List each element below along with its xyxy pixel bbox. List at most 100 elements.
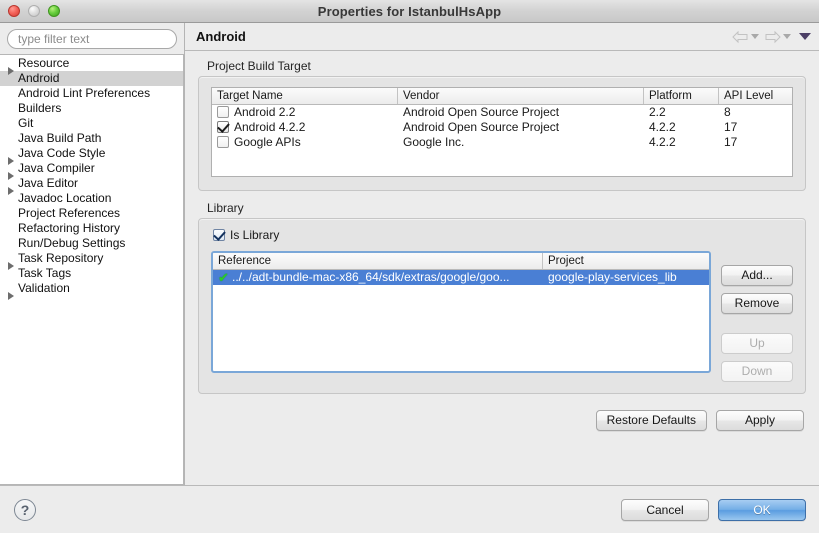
page-content: Project Build Target Target Name Vendor … bbox=[185, 51, 819, 485]
remove-library-button[interactable]: Remove bbox=[721, 293, 793, 314]
column-header-reference[interactable]: Reference bbox=[213, 253, 543, 269]
vendor-cell: Android Open Source Project bbox=[403, 105, 560, 119]
sidebar-item-label: Resource bbox=[18, 56, 70, 70]
sidebar-item-android-lint-preferences[interactable]: Android Lint Preferences bbox=[0, 86, 183, 101]
sidebar-item-java-build-path[interactable]: Java Build Path bbox=[0, 131, 183, 146]
page-action-buttons: Restore Defaults Apply bbox=[198, 410, 806, 431]
library-buttons: Add... Remove Up Down bbox=[721, 251, 793, 382]
page-title: Android bbox=[196, 29, 246, 44]
sidebar-item-task-repository[interactable]: Task Repository bbox=[0, 251, 183, 270]
sidebar-item-label: Task Repository bbox=[18, 251, 104, 265]
sidebar-item-builders[interactable]: Builders bbox=[0, 101, 183, 116]
sidebar-item-label: Git bbox=[18, 116, 34, 130]
is-library-checkbox[interactable] bbox=[213, 229, 225, 241]
api-level-cell: 17 bbox=[724, 135, 738, 149]
project-cell: google-play-services_lib bbox=[548, 270, 677, 284]
column-header-api-level[interactable]: API Level bbox=[719, 88, 789, 104]
target-checkbox[interactable] bbox=[217, 121, 229, 133]
target-checkbox[interactable] bbox=[217, 106, 229, 118]
target-name-label: Google APIs bbox=[234, 135, 301, 149]
forward-history-chevron-down-icon[interactable] bbox=[783, 34, 791, 39]
sidebar-item-run-debug-settings[interactable]: Run/Debug Settings bbox=[0, 236, 183, 251]
sidebar-item-refactoring-history[interactable]: Refactoring History bbox=[0, 221, 183, 236]
sidebar-item-label: Java Code Style bbox=[18, 146, 106, 160]
dialog-body: Resource Android Android Lint Preference… bbox=[0, 23, 819, 485]
sidebar-item-label: Project References bbox=[18, 206, 121, 220]
reference-path-label: ../../adt-bundle-mac-x86_64/sdk/extras/g… bbox=[232, 270, 510, 284]
column-header-platform[interactable]: Platform bbox=[644, 88, 719, 104]
table-header-row: Target Name Vendor Platform API Level bbox=[212, 88, 792, 105]
sidebar-item-label: Validation bbox=[18, 281, 70, 295]
page-nav-toolbar bbox=[732, 29, 811, 45]
add-library-button[interactable]: Add... bbox=[721, 265, 793, 286]
sidebar-item-javadoc-location[interactable]: Javadoc Location bbox=[0, 191, 183, 206]
sidebar-item-java-editor[interactable]: Java Editor bbox=[0, 176, 183, 195]
apply-button[interactable]: Apply bbox=[716, 410, 804, 431]
sidebar-item-label: Run/Debug Settings bbox=[18, 236, 126, 250]
sidebar-item-label: Android Lint Preferences bbox=[18, 86, 151, 100]
library-header-row: Reference Project bbox=[213, 253, 709, 270]
minimize-window-icon[interactable] bbox=[28, 5, 40, 17]
sidebar-item-validation[interactable]: Validation bbox=[0, 281, 183, 300]
vendor-cell: Android Open Source Project bbox=[403, 120, 560, 134]
preferences-sidebar: Resource Android Android Lint Preference… bbox=[0, 23, 184, 485]
restore-defaults-button[interactable]: Restore Defaults bbox=[595, 410, 707, 431]
build-target-group-label: Project Build Target bbox=[207, 59, 311, 73]
sidebar-item-project-references[interactable]: Project References bbox=[0, 206, 183, 221]
library-reference-list[interactable]: Reference Project ✔ ../../adt-bundle-mac-… bbox=[211, 251, 711, 373]
sidebar-item-label: Builders bbox=[18, 101, 62, 115]
properties-dialog: Properties for IstanbulHsApp Resource An… bbox=[0, 0, 819, 533]
column-header-project[interactable]: Project bbox=[543, 253, 709, 269]
preferences-tree[interactable]: Resource Android Android Lint Preference… bbox=[0, 54, 184, 485]
build-target-table[interactable]: Target Name Vendor Platform API Level An… bbox=[211, 87, 793, 177]
back-history-chevron-down-icon[interactable] bbox=[751, 34, 759, 39]
sidebar-item-label: Java Build Path bbox=[18, 131, 102, 145]
sidebar-item-java-compiler[interactable]: Java Compiler bbox=[0, 161, 183, 180]
sidebar-item-label: Task Tags bbox=[18, 266, 72, 280]
table-row[interactable]: Android 2.2 Android Open Source Project … bbox=[212, 105, 792, 120]
sidebar-item-android[interactable]: Android bbox=[0, 71, 183, 86]
move-down-button[interactable]: Down bbox=[721, 361, 793, 382]
sidebar-item-label: Refactoring History bbox=[18, 221, 121, 235]
column-header-vendor[interactable]: Vendor bbox=[398, 88, 644, 104]
forward-arrow-icon[interactable] bbox=[764, 29, 781, 45]
sidebar-item-label: Javadoc Location bbox=[18, 191, 112, 205]
target-checkbox[interactable] bbox=[217, 136, 229, 148]
sidebar-item-resource[interactable]: Resource bbox=[0, 56, 183, 75]
sidebar-item-label: Android bbox=[18, 71, 60, 85]
help-icon[interactable]: ? bbox=[14, 498, 36, 521]
library-group: Is Library Reference Project ✔ ../../adt-… bbox=[198, 218, 806, 394]
target-name-cell[interactable]: Android 2.2 bbox=[212, 105, 398, 120]
table-row[interactable]: Android 4.2.2 Android Open Source Projec… bbox=[212, 120, 792, 135]
target-name-cell[interactable]: Android 4.2.2 bbox=[212, 120, 398, 135]
back-arrow-icon[interactable] bbox=[732, 29, 749, 45]
sidebar-item-task-tags[interactable]: Task Tags bbox=[0, 266, 183, 281]
reference-cell: ✔ ../../adt-bundle-mac-x86_64/sdk/extras/… bbox=[213, 270, 543, 285]
preferences-page: Android Project Build Target Target Name… bbox=[184, 23, 819, 485]
column-header-target-name[interactable]: Target Name bbox=[212, 88, 398, 104]
window-controls bbox=[8, 5, 60, 17]
cancel-button[interactable]: Cancel bbox=[621, 498, 709, 521]
filter-input[interactable] bbox=[7, 29, 177, 49]
footer-buttons: Cancel OK bbox=[621, 498, 806, 521]
move-up-button[interactable]: Up bbox=[721, 333, 793, 354]
view-menu-chevron-down-icon[interactable] bbox=[799, 33, 811, 40]
api-level-cell: 8 bbox=[724, 105, 731, 119]
sidebar-item-label: Java Editor bbox=[18, 176, 79, 190]
library-list-item[interactable]: ✔ ../../adt-bundle-mac-x86_64/sdk/extras/… bbox=[213, 270, 709, 285]
ok-button[interactable]: OK bbox=[718, 498, 806, 521]
window-title: Properties for IstanbulHsApp bbox=[317, 3, 502, 19]
table-row[interactable]: Google APIs Google Inc. 4.2.2 17 bbox=[212, 135, 792, 150]
is-library-row[interactable]: Is Library bbox=[213, 228, 793, 242]
sidebar-item-git[interactable]: Git bbox=[0, 116, 183, 131]
library-ok-check-icon: ✔ bbox=[218, 270, 229, 285]
zoom-window-icon[interactable] bbox=[48, 5, 60, 17]
library-area: Reference Project ✔ ../../adt-bundle-mac-… bbox=[211, 251, 793, 382]
sidebar-item-label: Java Compiler bbox=[18, 161, 95, 175]
window-titlebar: Properties for IstanbulHsApp bbox=[0, 0, 819, 23]
dialog-footer: ? Cancel OK bbox=[0, 485, 819, 533]
platform-cell: 4.2.2 bbox=[649, 120, 676, 134]
sidebar-item-java-code-style[interactable]: Java Code Style bbox=[0, 146, 183, 165]
close-window-icon[interactable] bbox=[8, 5, 20, 17]
target-name-cell[interactable]: Google APIs bbox=[212, 135, 398, 150]
